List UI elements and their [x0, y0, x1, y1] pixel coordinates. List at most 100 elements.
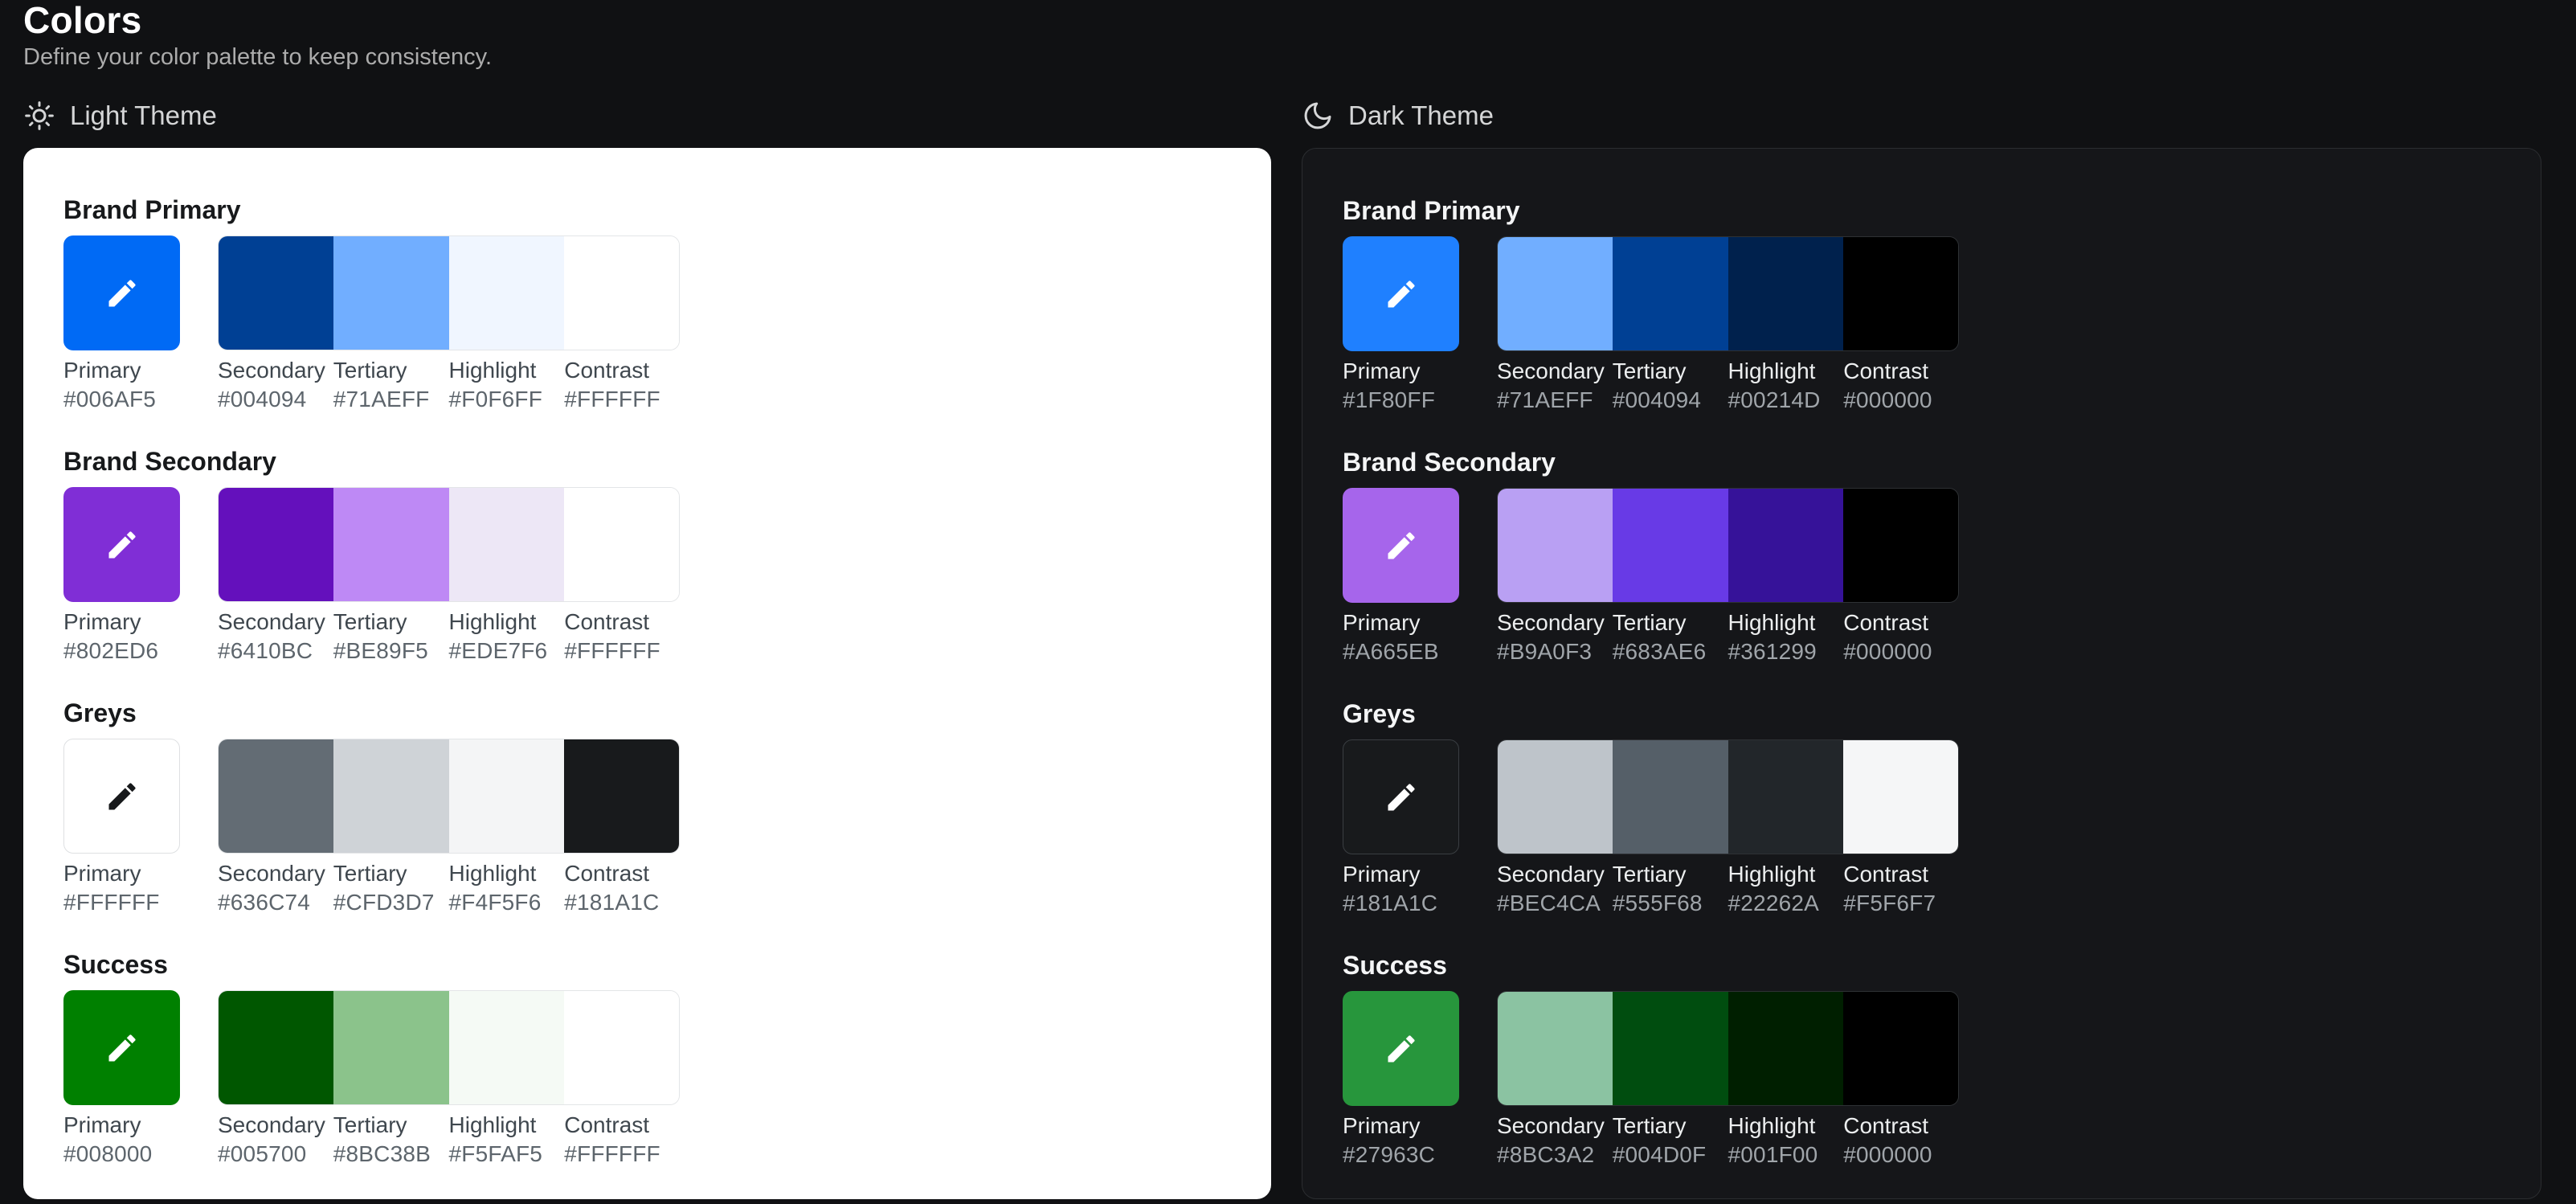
swatch-row [63, 487, 1239, 602]
swatch-label-cell: Highlight #00214D [1728, 358, 1844, 414]
swatch-labels-row: Primary #006AF5 Secondary #004094 Tertiary #7… [63, 357, 1239, 413]
swatch-tertiary [1613, 237, 1728, 350]
swatch-hex-value: #181A1C [1343, 891, 1438, 915]
swatch-role-label: Primary [1343, 1113, 1421, 1138]
swatch-role-label: Primary [63, 1112, 141, 1137]
swatch-hex-value: #001F00 [1728, 1142, 1818, 1167]
swatch-labels-row: Primary #1F80FF Secondary #71AEFF Tertiary #0… [1343, 358, 2509, 414]
swatch-role-label: Highlight [1728, 358, 1816, 383]
swatch-hex-value: #A665EB [1343, 639, 1439, 664]
edit-pencil-icon [1388, 280, 1415, 307]
swatch-row [1343, 991, 2509, 1106]
swatch-role-label: Highlight [448, 1112, 537, 1137]
swatch-hex-value: #F5FAF5 [448, 1141, 543, 1166]
swatch-tertiary [333, 991, 449, 1104]
primary-swatch-edit-button[interactable] [63, 990, 180, 1105]
swatch-hex-value: #00214D [1728, 387, 1821, 412]
swatch-label-cell: Secondary #005700 [218, 1112, 333, 1168]
swatch-role-label: Tertiary [1612, 1113, 1687, 1138]
palette-section: Success Primary #008000 Secondary #005700 Ter… [63, 949, 1239, 1168]
primary-swatch-edit-button[interactable] [63, 487, 180, 602]
swatch-role-label: Primary [63, 358, 141, 383]
swatch-role-label: Primary [63, 861, 141, 886]
edit-pencil-icon [108, 782, 136, 809]
edit-pencil-icon [108, 279, 136, 306]
palette-section-title: Brand Secondary [63, 447, 276, 476]
edit-pencil-icon [1388, 1034, 1415, 1062]
swatch-hex-value: #8BC3A2 [1497, 1142, 1595, 1167]
swatch-contrast [1842, 992, 1958, 1105]
primary-swatch-edit-button[interactable] [1343, 236, 1459, 351]
swatch-role-label: Secondary [1497, 358, 1605, 383]
palette-section: Brand Secondary Primary #A665EB Secondary #B… [1343, 447, 2509, 665]
swatch-labels-row: Primary #181A1C Secondary #BEC4CA Tertiary #5… [1343, 861, 2509, 917]
palette-strip [218, 487, 680, 602]
swatch-role-label: Contrast [1843, 610, 1929, 635]
swatch-role-label: Tertiary [333, 861, 407, 886]
primary-swatch-edit-button[interactable] [1343, 991, 1459, 1106]
swatch-hex-value: #1F80FF [1343, 387, 1435, 412]
primary-swatch-edit-button[interactable] [1343, 488, 1459, 603]
swatch-label-cell: Secondary #636C74 [218, 860, 333, 916]
swatch-labels-row: Primary #008000 Secondary #005700 Tertiary #8… [63, 1112, 1239, 1168]
swatch-label-cell: Tertiary #8BC38B [333, 1112, 449, 1168]
palette-section-title: Success [63, 950, 168, 979]
swatch-label-cell: Tertiary #004D0F [1613, 1112, 1728, 1169]
swatch-tertiary [1613, 489, 1728, 602]
swatch-hex-value: #008000 [63, 1141, 153, 1166]
primary-swatch-edit-button[interactable] [63, 739, 180, 854]
swatch-hex-value: #000000 [1843, 1142, 1932, 1167]
swatch-label-cell: Highlight #F0F6FF [449, 357, 565, 413]
light-theme-header: Light Theme [23, 98, 1271, 133]
palette-strip [1497, 236, 1959, 351]
primary-swatch-edit-button[interactable] [1343, 739, 1459, 854]
swatch-label-cell: Contrast #000000 [1843, 1112, 1959, 1169]
swatch-role-label: Secondary [218, 358, 325, 383]
swatch-label-cell: Tertiary #BE89F5 [333, 608, 449, 665]
swatch-label-cell: Highlight #EDE7F6 [449, 608, 565, 665]
swatch-contrast [1842, 740, 1958, 854]
swatch-hex-value: #6410BC [218, 638, 313, 663]
light-theme-column: Light Theme Brand Primary Primary #006AF5 S… [23, 98, 1271, 1199]
swatch-label-cell: Tertiary #004094 [1613, 358, 1728, 414]
swatch-secondary [219, 236, 334, 350]
swatch-role-label: Highlight [448, 609, 537, 634]
palette-strip [1497, 991, 1959, 1106]
primary-swatch-edit-button[interactable] [63, 235, 180, 350]
swatch-hex-value: #FFFFFF [564, 387, 660, 412]
swatch-label-cell: Tertiary #CFD3D7 [333, 860, 449, 916]
swatch-label-cell: Primary #802ED6 [63, 608, 218, 665]
palette-section-title: Brand Secondary [1343, 448, 1556, 477]
palette-strip [218, 739, 680, 854]
swatch-hex-value: #181A1C [564, 890, 660, 915]
swatch-highlight [1728, 992, 1843, 1105]
swatch-hex-value: #000000 [1843, 639, 1932, 664]
swatch-label-cell: Contrast #FFFFFF [564, 1112, 680, 1168]
palette-section: Success Primary #27963C Secondary #8BC3A2 Ter… [1343, 950, 2509, 1169]
swatch-labels-row: Primary #A665EB Secondary #B9A0F3 Tertiary #6… [1343, 609, 2509, 665]
swatch-role-label: Primary [63, 609, 141, 634]
swatch-role-label: Contrast [564, 861, 650, 886]
swatch-labels-row: Primary #802ED6 Secondary #6410BC Tertiary #B… [63, 608, 1239, 665]
swatch-label-cell: Highlight #F5FAF5 [449, 1112, 565, 1168]
sun-icon [25, 101, 54, 130]
palette-section: Brand Primary Primary #1F80FF Secondary #71A… [1343, 195, 2509, 414]
swatch-secondary [1498, 992, 1613, 1105]
edit-pencil-icon [108, 1034, 136, 1061]
swatch-role-label: Highlight [1728, 1113, 1816, 1138]
swatch-highlight [1728, 489, 1843, 602]
swatch-secondary [219, 991, 334, 1104]
palette-section: Brand Primary Primary #006AF5 Secondary #004… [63, 195, 1239, 413]
swatch-label-cell: Primary #181A1C [1343, 861, 1497, 917]
swatch-hex-value: #B9A0F3 [1497, 639, 1593, 664]
swatch-role-label: Primary [1343, 358, 1421, 383]
swatch-highlight [448, 488, 564, 601]
swatch-role-label: Highlight [448, 358, 537, 383]
dark-theme-column: Dark Theme Brand Primary Primary #1F80FF Se… [1302, 98, 2541, 1199]
swatch-secondary [219, 488, 334, 601]
swatch-hex-value: #004094 [1612, 387, 1702, 412]
dark-theme-header: Dark Theme [1302, 98, 2541, 133]
palette-strip [1497, 488, 1959, 603]
dark-theme-panel: Brand Primary Primary #1F80FF Secondary #71A… [1302, 148, 2541, 1199]
swatch-hex-value: #005700 [218, 1141, 307, 1166]
